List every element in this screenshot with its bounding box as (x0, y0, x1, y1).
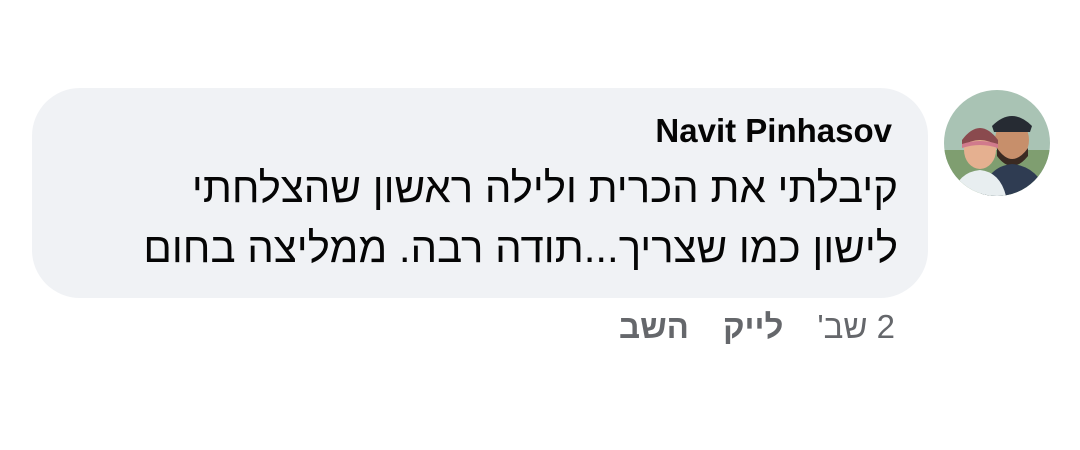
comment-timestamp[interactable]: 2 שב' (817, 308, 895, 346)
comment-text-line: לישון כמו שצריך...תודה רבה. ממליצה בחום (143, 224, 898, 271)
comment-text: קיבלתי את הכרית ולילה ראשון שהצלחתי לישו… (38, 158, 898, 278)
user-photo-icon (944, 90, 1050, 196)
comment: Navit Pinhasov קיבלתי את הכרית ולילה ראש… (0, 0, 1080, 450)
comment-author-name[interactable]: Navit Pinhasov (655, 112, 892, 150)
comment-bubble: Navit Pinhasov קיבלתי את הכרית ולילה ראש… (32, 88, 928, 298)
comment-text-line: קיבלתי את הכרית ולילה ראשון שהצלחתי (191, 164, 898, 211)
comment-actions: 2 שב' לייק השב (619, 308, 895, 346)
like-button[interactable]: לייק (723, 308, 783, 346)
avatar[interactable] (944, 90, 1050, 196)
reply-button[interactable]: השב (619, 308, 689, 346)
